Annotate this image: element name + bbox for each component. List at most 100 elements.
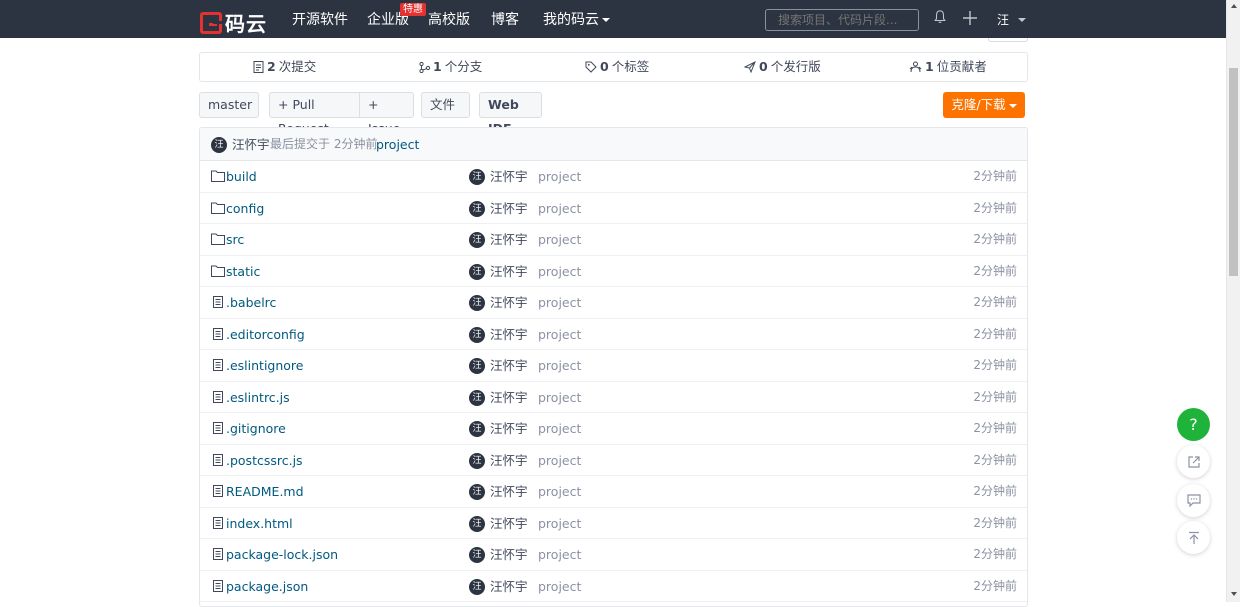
page-scrollbar[interactable] xyxy=(1226,0,1240,602)
commit-message[interactable]: project xyxy=(538,287,581,318)
author-name[interactable]: 汪怀宇 xyxy=(490,571,528,602)
bell-icon[interactable] xyxy=(933,10,947,24)
web-ide-button[interactable]: Web IDE xyxy=(479,92,542,136)
file-name[interactable]: .gitignore xyxy=(226,413,286,444)
commit-message[interactable]: project xyxy=(538,539,581,570)
file-name[interactable]: .babelrc xyxy=(226,287,276,318)
file-menu-button[interactable]: 文件 xyxy=(421,92,470,132)
avatar-chevron-down-icon[interactable] xyxy=(1018,18,1026,22)
author-name[interactable]: 汪怀宇 xyxy=(490,224,528,255)
file-row[interactable]: package-lock.json 汪汪怀宇 project 2分钟前 xyxy=(200,539,1027,571)
nav-university[interactable]: 高校版 xyxy=(428,0,470,38)
commit-message[interactable]: project xyxy=(538,350,581,381)
help-button[interactable]: ? xyxy=(1177,408,1210,441)
committer-name[interactable]: 汪怀宇 xyxy=(232,128,270,161)
stat-contributors[interactable]: 1 位贡献者 xyxy=(909,53,987,81)
gitee-logo[interactable]: 码云 xyxy=(200,8,267,37)
author-avatar[interactable]: 汪 xyxy=(469,547,485,563)
file-name[interactable]: .postcssrc.js xyxy=(226,445,303,476)
stat-releases[interactable]: 0 个发行版 xyxy=(744,53,821,81)
nav-blog[interactable]: 博客 xyxy=(491,0,519,38)
author-avatar[interactable]: 汪 xyxy=(469,484,485,500)
file-name[interactable]: index.html xyxy=(226,508,293,539)
author-avatar[interactable]: 汪 xyxy=(469,200,485,217)
author-name[interactable]: 汪怀宇 xyxy=(490,256,528,287)
file-row[interactable]: index.html 汪汪怀宇 project 2分钟前 xyxy=(200,508,1027,539)
file-name[interactable]: package.json xyxy=(226,571,308,602)
author-name[interactable]: 汪怀宇 xyxy=(490,350,528,381)
author-avatar[interactable]: 汪 xyxy=(469,421,485,437)
author-name[interactable]: 汪怀宇 xyxy=(490,539,528,570)
commit-message[interactable]: project xyxy=(538,413,581,444)
file-row[interactable]: config 汪汪怀宇 project 2分钟前 xyxy=(200,193,1027,224)
nav-my-gitee[interactable]: 我的码云 xyxy=(543,0,610,38)
author-avatar[interactable]: 汪 xyxy=(469,232,485,248)
file-row[interactable]: .babelrc 汪汪怀宇 project 2分钟前 xyxy=(200,287,1027,319)
committer-avatar[interactable]: 汪 xyxy=(211,137,227,153)
pull-request-button[interactable]: + Pull Request xyxy=(269,92,360,136)
file-row[interactable]: .gitignore 汪汪怀宇 project 2分钟前 xyxy=(200,413,1027,445)
author-name[interactable]: 汪怀宇 xyxy=(490,476,528,507)
commit-message[interactable]: project xyxy=(538,161,581,192)
author-name[interactable]: 汪怀宇 xyxy=(490,382,528,413)
issue-button[interactable]: + Issue xyxy=(359,92,414,136)
file-row[interactable]: .eslintrc.js 汪汪怀宇 project 2分钟前 xyxy=(200,382,1027,413)
author-name[interactable]: 汪怀宇 xyxy=(490,445,528,476)
file-name[interactable]: .eslintignore xyxy=(226,350,303,381)
file-name[interactable]: src xyxy=(226,224,244,255)
file-name[interactable]: README.md xyxy=(226,476,304,507)
commit-message[interactable]: project xyxy=(538,256,581,287)
commit-message[interactable]: project xyxy=(538,224,581,255)
author-avatar[interactable]: 汪 xyxy=(469,295,485,311)
file-row[interactable]: src 汪汪怀宇 project 2分钟前 xyxy=(200,224,1027,256)
stat-tags[interactable]: 0 个标签 xyxy=(585,53,649,81)
file-row[interactable]: package.json 汪汪怀宇 project 2分钟前 xyxy=(200,571,1027,602)
author-name[interactable]: 汪怀宇 xyxy=(490,287,528,318)
author-avatar[interactable]: 汪 xyxy=(469,389,485,406)
commit-message[interactable]: project xyxy=(538,476,581,507)
file-name[interactable]: .eslintrc.js xyxy=(226,382,290,413)
plus-icon[interactable] xyxy=(962,10,978,26)
scroll-up-arrow-icon[interactable] xyxy=(1231,4,1237,8)
user-avatar[interactable]: 汪 xyxy=(993,10,1013,30)
nav-open-source[interactable]: 开源软件 xyxy=(292,0,348,38)
author-name[interactable]: 汪怀宇 xyxy=(490,413,528,444)
file-row[interactable]: .editorconfig 汪汪怀宇 project 2分钟前 xyxy=(200,319,1027,350)
scroll-down-arrow-icon[interactable] xyxy=(1231,592,1237,596)
comment-button[interactable] xyxy=(1177,484,1210,517)
author-avatar[interactable]: 汪 xyxy=(469,326,485,343)
author-avatar[interactable]: 汪 xyxy=(469,263,485,280)
branch-select[interactable]: master xyxy=(199,92,259,132)
file-name[interactable]: build xyxy=(226,161,257,192)
author-avatar[interactable]: 汪 xyxy=(469,358,485,374)
file-name[interactable]: config xyxy=(226,193,264,224)
scroll-thumb[interactable] xyxy=(1229,68,1238,276)
file-row[interactable]: static 汪汪怀宇 project 2分钟前 xyxy=(200,256,1027,287)
commit-message[interactable]: project xyxy=(538,382,581,413)
author-avatar[interactable]: 汪 xyxy=(469,452,485,469)
file-name[interactable]: .editorconfig xyxy=(226,319,305,350)
author-name[interactable]: 汪怀宇 xyxy=(490,193,528,224)
author-name[interactable]: 汪怀宇 xyxy=(490,161,528,192)
file-row[interactable]: README.md 汪汪怀宇 project 2分钟前 xyxy=(200,476,1027,508)
file-name[interactable]: package-lock.json xyxy=(226,539,338,570)
author-avatar[interactable]: 汪 xyxy=(469,169,485,185)
search-input[interactable] xyxy=(765,9,919,31)
stat-branches[interactable]: 1 个分支 xyxy=(419,53,482,81)
file-row[interactable]: .postcssrc.js 汪汪怀宇 project 2分钟前 xyxy=(200,445,1027,476)
commit-message[interactable]: project xyxy=(538,319,581,350)
last-commit-message[interactable]: project xyxy=(376,128,419,161)
file-row[interactable]: .eslintignore 汪汪怀宇 project 2分钟前 xyxy=(200,350,1027,382)
commit-message[interactable]: project xyxy=(538,508,581,539)
author-name[interactable]: 汪怀宇 xyxy=(490,508,528,539)
commit-message[interactable]: project xyxy=(538,571,581,602)
clone-download-button[interactable]: 克隆/下载 xyxy=(943,92,1025,118)
share-button[interactable] xyxy=(1177,445,1210,478)
commit-message[interactable]: project xyxy=(538,193,581,224)
stat-commits[interactable]: 2 次提交 xyxy=(253,53,316,81)
back-to-top-button[interactable] xyxy=(1177,521,1210,554)
author-avatar[interactable]: 汪 xyxy=(469,515,485,532)
author-name[interactable]: 汪怀宇 xyxy=(490,319,528,350)
file-row[interactable]: build 汪汪怀宇 project 2分钟前 xyxy=(200,161,1027,193)
file-name[interactable]: static xyxy=(226,256,260,287)
